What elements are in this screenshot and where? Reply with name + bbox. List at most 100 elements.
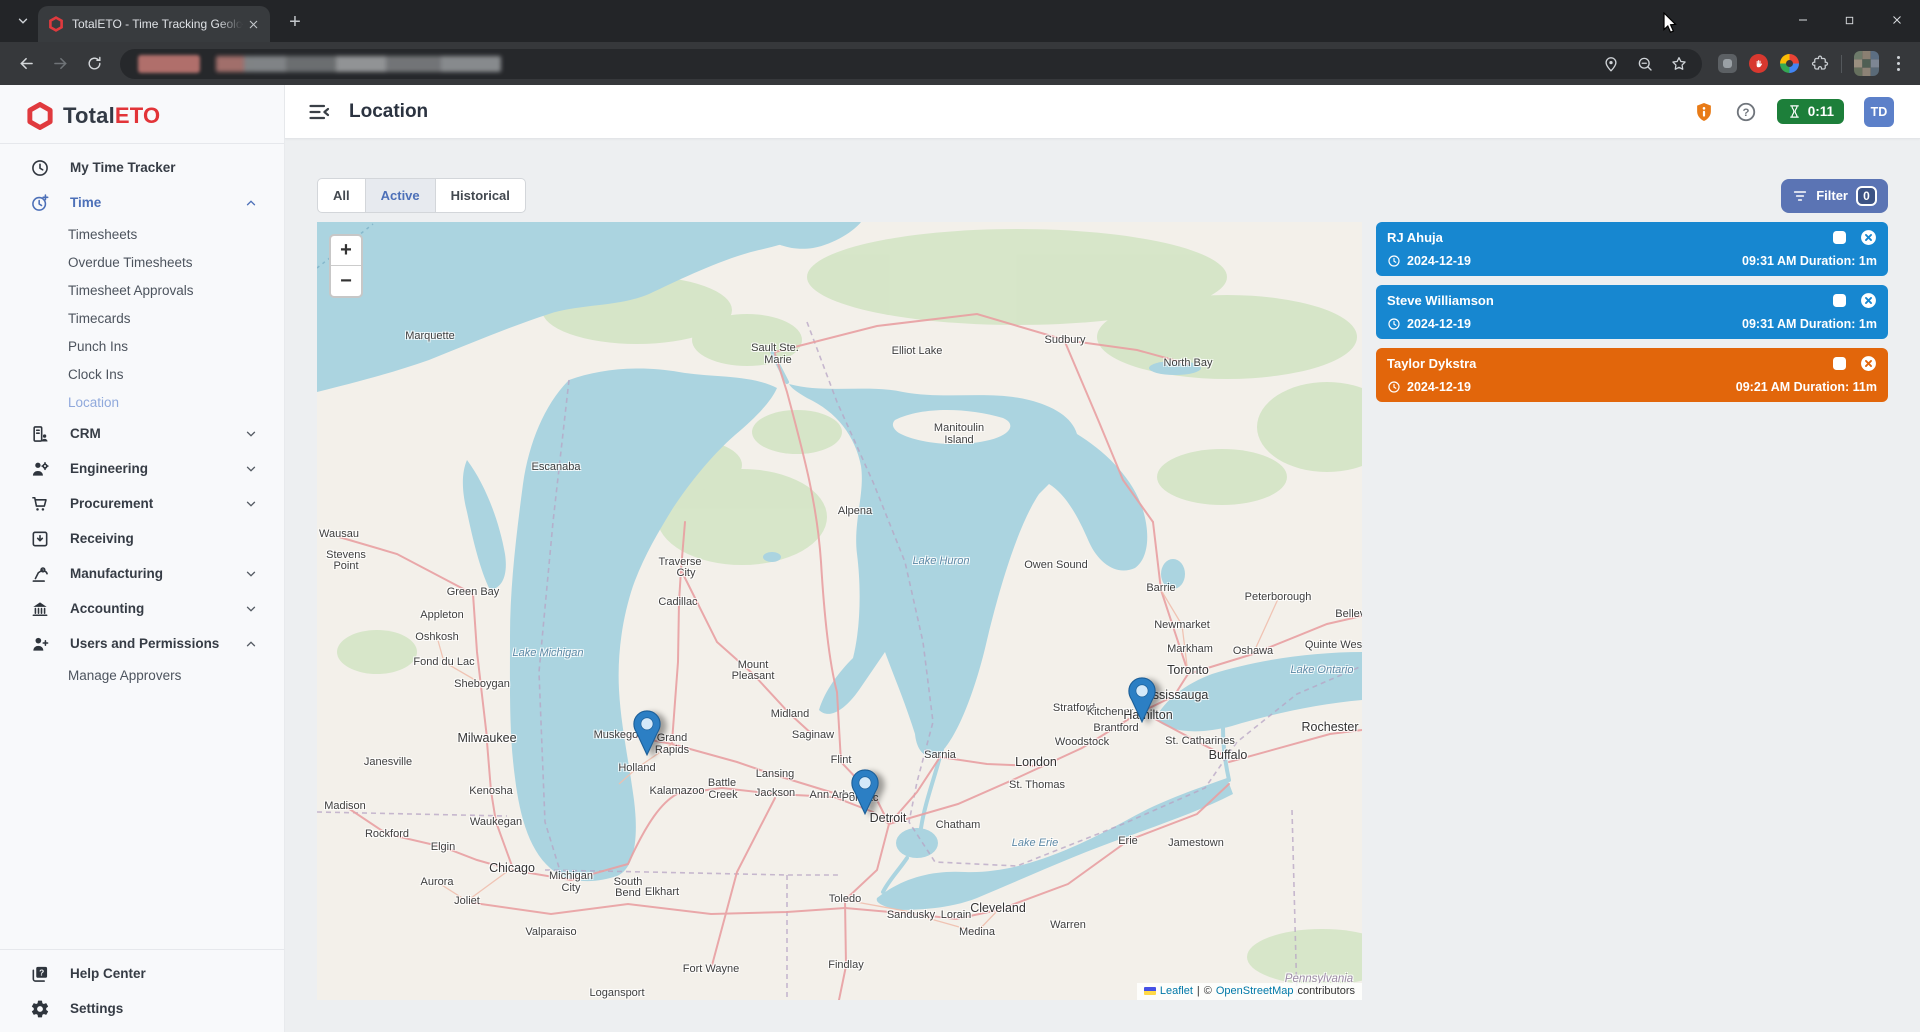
hourglass-icon — [1787, 104, 1802, 119]
map-label: Saginaw — [792, 729, 834, 741]
zoom-out-button[interactable]: − — [331, 266, 361, 296]
close-session-icon[interactable] — [1860, 292, 1877, 309]
map-marker-pin[interactable] — [851, 769, 879, 815]
map-label: Woodstock — [1055, 736, 1109, 748]
sidebar-item-overdue-timesheets[interactable]: Overdue Timesheets — [0, 248, 284, 276]
map-label: Joliet — [454, 895, 480, 907]
sidebar-item-users-and-permissions[interactable]: .f{fill:currentColor;stroke:none}Users a… — [0, 626, 284, 661]
maximize-button[interactable] — [1826, 0, 1873, 40]
ukraine-flag-icon — [1144, 987, 1156, 995]
sidebar-item-timecards[interactable]: Timecards — [0, 304, 284, 332]
svg-text:?: ? — [1742, 106, 1749, 118]
back-button[interactable] — [12, 50, 40, 78]
extension-icon[interactable] — [1718, 54, 1737, 73]
map-label: Brantford — [1093, 722, 1138, 734]
new-tab-button[interactable]: + — [282, 11, 308, 34]
tab-historical[interactable]: Historical — [435, 178, 526, 213]
tab-close-icon[interactable] — [244, 15, 262, 33]
stop-session-icon[interactable] — [1833, 357, 1846, 370]
help-icon[interactable]: ? — [1735, 101, 1757, 123]
sidebar-item-time[interactable]: .f{fill:currentColor;stroke:none}Time — [0, 185, 284, 220]
sidebar-item-timesheets[interactable]: Timesheets — [0, 220, 284, 248]
crm-icon: .f{fill:currentColor;stroke:none} — [30, 424, 50, 444]
map-label: Oshkosh — [415, 631, 458, 643]
sidebar-item-manufacturing[interactable]: .f{fill:currentColor;stroke:none}Manufac… — [0, 556, 284, 591]
map-label: Sheboygan — [454, 678, 510, 690]
stop-session-icon[interactable] — [1833, 231, 1846, 244]
extensions-area — [1714, 51, 1911, 76]
sidebar-item-receiving[interactable]: .f{fill:currentColor;stroke:none}Receivi… — [0, 521, 284, 556]
chevron-down-icon — [244, 427, 258, 441]
sidebar-item-procurement[interactable]: .f{fill:currentColor;stroke:none}Procure… — [0, 486, 284, 521]
map-label: City — [562, 882, 581, 894]
map-label: Jackson — [755, 787, 795, 799]
url-bar[interactable] — [120, 49, 1702, 79]
sidebar-item-label: Accounting — [70, 601, 144, 616]
sidebar-item-engineering[interactable]: .f{fill:currentColor;stroke:none}Enginee… — [0, 451, 284, 486]
sidebar-item-accounting[interactable]: .f{fill:currentColor;stroke:none}Account… — [0, 591, 284, 626]
map-marker-pin[interactable] — [1128, 677, 1156, 723]
stop-session-icon[interactable] — [1833, 294, 1846, 307]
session-date: 2024-12-19 — [1407, 254, 1471, 268]
session-card[interactable]: RJ Ahuja2024-12-1909:31 AM Duration: 1m — [1376, 222, 1888, 276]
collapse-sidebar-icon[interactable] — [307, 100, 331, 124]
user-avatar[interactable]: TD — [1864, 97, 1894, 127]
map-label: Pleasant — [732, 670, 775, 682]
app-logo[interactable]: TotalETO — [0, 85, 284, 143]
tab-active[interactable]: Active — [365, 178, 436, 213]
forward-button[interactable] — [46, 50, 74, 78]
tab-search-button[interactable] — [8, 6, 38, 36]
zoom-page-icon[interactable] — [1636, 55, 1654, 73]
close-session-icon[interactable] — [1860, 229, 1877, 246]
map-label: St. Thomas — [1009, 779, 1065, 791]
tab-all[interactable]: All — [317, 178, 366, 213]
sidebar-item-label: Timesheets — [68, 227, 137, 242]
openstreetmap-link[interactable]: OpenStreetMap — [1216, 985, 1294, 997]
browser-profile-avatar[interactable] — [1854, 51, 1879, 76]
clock-icon — [1387, 317, 1401, 331]
photos-extension-icon[interactable] — [1780, 54, 1799, 73]
manufacturing-icon: .f{fill:currentColor;stroke:none} — [30, 564, 50, 584]
chevron-down-icon — [16, 14, 30, 28]
minimize-button[interactable] — [1779, 0, 1826, 40]
map-label: Fort Wayne — [683, 963, 739, 975]
sidebar-item-my-time-tracker[interactable]: .f{fill:currentColor;stroke:none}My Time… — [0, 150, 284, 185]
sidebar-item-timesheet-approvals[interactable]: Timesheet Approvals — [0, 276, 284, 304]
map-marker-pin[interactable] — [633, 710, 661, 756]
map-label: St. Catharines — [1165, 735, 1235, 747]
totaleto-hexagon-icon — [26, 102, 54, 130]
sidebar-item-manage-approvers[interactable]: Manage Approvers — [0, 661, 284, 689]
map-canvas[interactable]: MarquetteSault Ste.MarieElliot LakeSudbu… — [317, 222, 1362, 1000]
map-label: Lorain — [941, 909, 972, 921]
session-card[interactable]: Steve Williamson2024-12-1909:31 AM Durat… — [1376, 285, 1888, 339]
sidebar-item-label: Procurement — [70, 496, 153, 511]
close-window-button[interactable] — [1873, 0, 1920, 40]
reload-button[interactable] — [80, 50, 108, 78]
browser-menu-icon[interactable] — [1891, 56, 1907, 72]
location-pin-icon[interactable] — [1602, 55, 1620, 73]
map-label: Medina — [959, 926, 995, 938]
sidebar-item-clock-ins[interactable]: Clock Ins — [0, 360, 284, 388]
sidebar-item-crm[interactable]: .f{fill:currentColor;stroke:none} CRM — [0, 416, 284, 451]
sidebar-item-punch-ins[interactable]: Punch Ins — [0, 332, 284, 360]
sidebar-item-label: CRM — [70, 426, 101, 441]
leaflet-link[interactable]: Leaflet — [1160, 985, 1193, 997]
attribution-suffix: contributors — [1298, 985, 1355, 997]
shield-alert-icon[interactable] — [1693, 101, 1715, 123]
sidebar-item-location[interactable]: Location — [0, 388, 284, 416]
timer-badge[interactable]: 0:11 — [1777, 99, 1844, 124]
map-label: Kenosha — [469, 785, 512, 797]
map-label: Belleville — [1335, 608, 1362, 620]
map-label: Flint — [831, 754, 852, 766]
filter-button[interactable]: Filter 0 — [1781, 179, 1888, 213]
sidebar-item-help-center[interactable]: .f{fill:currentColor;stroke:none}?Help C… — [0, 956, 284, 991]
zoom-in-button[interactable]: + — [331, 236, 361, 266]
puzzle-extensions-icon[interactable] — [1811, 55, 1829, 73]
close-session-icon[interactable] — [1860, 355, 1877, 372]
session-card[interactable]: Taylor Dykstra2024-12-1909:21 AM Duratio… — [1376, 348, 1888, 402]
bookmark-star-icon[interactable] — [1670, 55, 1688, 73]
session-date: 2024-12-19 — [1407, 380, 1471, 394]
adblock-hand-icon[interactable] — [1749, 54, 1768, 73]
browser-tab[interactable]: TotalETO - Time Tracking Geolo — [38, 6, 270, 42]
sidebar-item-settings[interactable]: .f{fill:currentColor;stroke:none}Setting… — [0, 991, 284, 1026]
